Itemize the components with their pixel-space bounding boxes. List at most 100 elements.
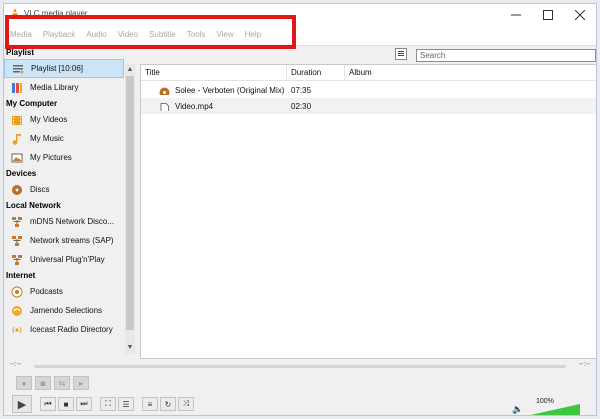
stop-icon: ■ [63, 399, 69, 409]
sidebar-item-label: Playlist [10:06] [31, 64, 84, 73]
table-row[interactable]: Solee - Verboten (Original Mix) 07:35 [141, 82, 596, 98]
sidebar-scrollbar[interactable]: ▲ ▼ [125, 64, 135, 354]
sidebar-item-icecast[interactable]: Icecast Radio Directory [4, 320, 124, 339]
row-title: Video.mp4 [175, 101, 214, 111]
column-title[interactable]: Title [141, 65, 287, 80]
playback-controls: ▶ ⏮ ■ ⏭ ⛶ ☰ ≡ ↻ ⤨ [12, 395, 194, 413]
sidebar-item-label: My Pictures [30, 153, 72, 162]
table-header: Title Duration Album [141, 65, 596, 81]
menu-help[interactable]: Help [245, 30, 261, 39]
seek-slider[interactable] [34, 365, 566, 368]
scroll-up-icon[interactable]: ▲ [125, 64, 135, 76]
sidebar-item-jamendo[interactable]: Jamendo Selections [4, 301, 124, 320]
network-icon [10, 234, 23, 247]
column-album[interactable]: Album [345, 65, 596, 80]
sidebar-item-label: mDNS Network Disco... [30, 217, 115, 226]
row-duration: 07:35 [291, 85, 312, 95]
extended-settings-button[interactable]: ☰ [118, 397, 134, 411]
playlist-icon [11, 62, 24, 75]
seek-bar: --:-- --:-- [4, 360, 596, 372]
title-bar: VLC media player [4, 4, 596, 26]
maximize-icon [543, 10, 553, 20]
sidebar-item-upnp[interactable]: Universal Plug'n'Play [4, 250, 124, 269]
menu-media[interactable]: Media [10, 30, 32, 39]
play-icon: ▶ [17, 398, 27, 411]
menu-view[interactable]: View [216, 30, 233, 39]
elapsed-time: --:-- [10, 361, 22, 368]
sidebar-item-label: Network streams (SAP) [30, 236, 114, 245]
close-button[interactable] [564, 4, 596, 26]
vlc-cone-icon [11, 8, 19, 18]
playlist-table: Title Duration Album Solee - Verboten (O… [140, 64, 596, 359]
loop-button[interactable]: ↻ [160, 397, 176, 411]
row-duration: 02:30 [291, 101, 312, 111]
audio-file-icon [159, 87, 170, 95]
menu-bar: Media Playback Audio Video Subtitle Tool… [4, 26, 596, 46]
playlist-toggle-icon: ≡ [147, 399, 153, 409]
scroll-down-icon[interactable]: ▼ [125, 342, 135, 354]
frame-step-icon: ▸ [78, 378, 83, 388]
sidebar-item-network-streams[interactable]: Network streams (SAP) [4, 231, 124, 250]
menu-tools[interactable]: Tools [187, 30, 206, 39]
video-folder-icon [10, 113, 23, 126]
column-duration[interactable]: Duration [287, 65, 345, 80]
menu-audio[interactable]: Audio [86, 30, 106, 39]
sidebar-item-podcasts[interactable]: Podcasts [4, 282, 124, 301]
sidebar-item-label: Discs [30, 185, 50, 194]
sidebar-item-my-music[interactable]: My Music [4, 129, 124, 148]
sidebar-item-my-videos[interactable]: My Videos [4, 110, 124, 129]
minimize-button[interactable] [500, 4, 532, 26]
advanced-controls: ● ◙ ⇆ ▸ [16, 376, 89, 390]
disc-icon [10, 183, 23, 196]
next-button[interactable]: ⏭ [76, 397, 92, 411]
snapshot-button[interactable]: ◙ [35, 376, 51, 390]
sidebar-item-label: Universal Plug'n'Play [30, 255, 105, 264]
volume-control[interactable]: 🔈 100% [512, 398, 582, 415]
loop-icon: ↻ [164, 399, 172, 409]
sidebar-item-my-pictures[interactable]: My Pictures [4, 148, 124, 167]
close-icon [575, 10, 585, 20]
sidebar-item-label: Jamendo Selections [30, 306, 103, 315]
sidebar-item-media-library[interactable]: Media Library [4, 78, 124, 97]
frame-step-button[interactable]: ▸ [73, 376, 89, 390]
remaining-time: --:-- [578, 361, 590, 368]
table-row[interactable]: Video.mp4 02:30 [141, 98, 596, 114]
sidebar-item-label: My Music [30, 134, 64, 143]
maximize-button[interactable] [532, 4, 564, 26]
section-local-network: Local Network [6, 201, 61, 210]
volume-slider[interactable] [526, 404, 580, 415]
shuffle-button[interactable]: ⤨ [178, 397, 194, 411]
menu-video[interactable]: Video [118, 30, 138, 39]
record-button[interactable]: ● [16, 376, 32, 390]
speaker-icon[interactable]: 🔈 [512, 404, 523, 415]
playlist-button[interactable]: ≡ [142, 397, 158, 411]
playlist-view-toggle-button[interactable] [395, 48, 407, 60]
previous-icon: ⏮ [44, 399, 52, 408]
radio-icon [10, 323, 23, 336]
menu-subtitle[interactable]: Subtitle [149, 30, 176, 39]
scrollbar-thumb[interactable] [126, 76, 134, 330]
search-input[interactable] [416, 49, 596, 62]
fullscreen-button[interactable]: ⛶ [100, 397, 116, 411]
fullscreen-icon: ⛶ [105, 399, 111, 408]
section-playlist: Playlist [6, 48, 35, 57]
minimize-icon [511, 14, 521, 16]
playlist-panel: Title Duration Album Solee - Verboten (O… [140, 46, 596, 359]
vlc-window: VLC media player Media Playback Audio Vi… [3, 3, 597, 416]
play-button[interactable]: ▶ [12, 395, 32, 413]
main-area: Playlist Playlist [10:06] Media Library … [4, 46, 596, 359]
sidebar-item-discs[interactable]: Discs [4, 180, 124, 199]
loop-ab-button[interactable]: ⇆ [54, 376, 70, 390]
network-icon [10, 253, 23, 266]
sidebar-item-label: Icecast Radio Directory [30, 325, 113, 334]
music-note-icon [10, 132, 23, 145]
stop-button[interactable]: ■ [58, 397, 74, 411]
media-library-icon [10, 81, 23, 94]
menu-playback[interactable]: Playback [43, 30, 75, 39]
sidebar-item-label: Podcasts [30, 287, 63, 296]
previous-button[interactable]: ⏮ [40, 397, 56, 411]
video-file-icon [160, 102, 169, 111]
sidebar-item-playlist[interactable]: Playlist [10:06] [4, 59, 124, 78]
picture-icon [10, 151, 23, 164]
sidebar-item-mdns[interactable]: mDNS Network Disco... [4, 212, 124, 231]
